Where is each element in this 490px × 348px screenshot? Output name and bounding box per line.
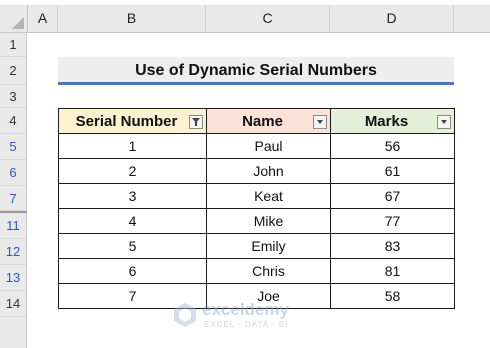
table-row: 3 Keat 67 (58, 183, 455, 209)
cell-marks[interactable]: 67 (330, 183, 455, 209)
header-name-label: Name (242, 112, 283, 130)
column-header-row: A B C D (0, 5, 490, 33)
cell-serial[interactable]: 1 (58, 133, 207, 159)
table-row: 2 John 61 (58, 158, 455, 184)
filter-active-icon[interactable] (189, 115, 203, 129)
cell-serial[interactable]: 6 (58, 258, 207, 284)
row-header-7[interactable]: 7 (0, 186, 27, 211)
cell-marks[interactable]: 77 (330, 208, 455, 234)
cell-name[interactable]: Emily (206, 233, 331, 259)
table-row: 5 Emily 83 (58, 233, 455, 259)
table-header-row: Serial Number Name Marks (58, 108, 455, 134)
row-header-1[interactable]: 1 (0, 33, 27, 57)
header-serial-number[interactable]: Serial Number (58, 108, 207, 134)
row-header-3[interactable]: 3 (0, 85, 27, 108)
watermark: exceldemy EXCEL · DATA · BI (172, 300, 322, 334)
watermark-name: exceldemy (202, 300, 289, 319)
watermark-tagline: EXCEL · DATA · BI (204, 320, 289, 329)
row-header-12[interactable]: 12 (0, 239, 27, 265)
row-header-2[interactable]: 2 (0, 57, 27, 85)
filter-dropdown-icon[interactable] (313, 115, 327, 129)
sheet-title[interactable]: Use of Dynamic Serial Numbers (58, 57, 454, 85)
row-header-14[interactable]: 14 (0, 291, 27, 317)
cell-name[interactable]: Paul (206, 133, 331, 159)
column-header-a[interactable]: A (28, 5, 58, 32)
cell-marks[interactable]: 61 (330, 158, 455, 184)
header-name[interactable]: Name (206, 108, 331, 134)
cell-name[interactable]: Chris (206, 258, 331, 284)
cell-name[interactable]: Mike (206, 208, 331, 234)
table-row: 6 Chris 81 (58, 258, 455, 284)
header-serial-label: Serial Number (75, 112, 178, 130)
select-all-triangle-icon (12, 17, 24, 29)
cell-serial[interactable]: 5 (58, 233, 207, 259)
row-header-4[interactable]: 4 (0, 108, 27, 134)
row-header-blank (0, 317, 27, 348)
column-header-d[interactable]: D (330, 5, 454, 32)
cell-marks[interactable]: 58 (330, 283, 455, 309)
cell-serial[interactable]: 2 (58, 158, 207, 184)
table-row: 4 Mike 77 (58, 208, 455, 234)
table-row: 1 Paul 56 (58, 133, 455, 159)
column-header-b[interactable]: B (58, 5, 206, 32)
exceldemy-logo-icon (174, 303, 196, 327)
chevron-down-icon (317, 120, 323, 124)
cell-marks[interactable]: 81 (330, 258, 455, 284)
header-marks-label: Marks (364, 112, 409, 130)
cell-marks[interactable]: 56 (330, 133, 455, 159)
cell-serial[interactable]: 3 (58, 183, 207, 209)
row-header-5[interactable]: 5 (0, 134, 27, 160)
cell-name[interactable]: John (206, 158, 331, 184)
cell-serial[interactable]: 4 (58, 208, 207, 234)
filter-dropdown-icon[interactable] (437, 115, 451, 129)
row-header-13[interactable]: 13 (0, 265, 27, 291)
funnel-stem (195, 122, 197, 126)
row-header-6[interactable]: 6 (0, 160, 27, 186)
chevron-down-icon (441, 120, 447, 124)
column-header-c[interactable]: C (206, 5, 330, 32)
cell-name[interactable]: Keat (206, 183, 331, 209)
select-all-corner[interactable] (0, 5, 28, 32)
cell-marks[interactable]: 83 (330, 233, 455, 259)
data-table: Serial Number Name Marks 1 Paul 56 2 Joh… (58, 108, 455, 309)
header-marks[interactable]: Marks (330, 108, 455, 134)
row-header-11[interactable]: 11 (0, 213, 27, 239)
